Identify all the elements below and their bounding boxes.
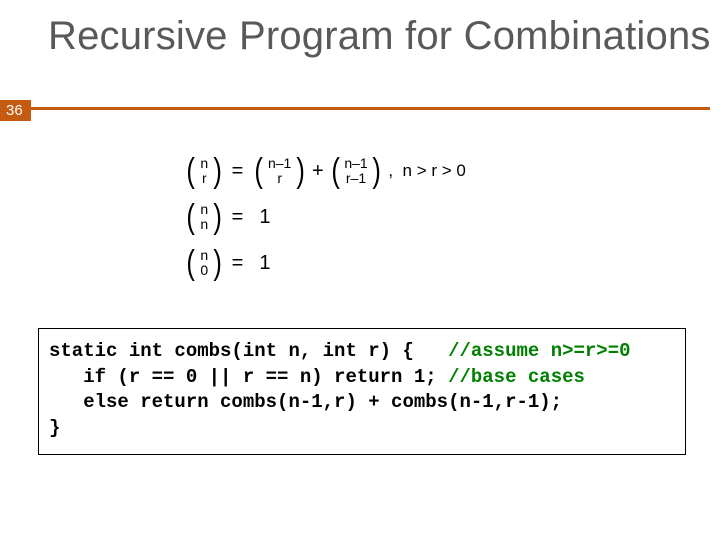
plus-sign: +	[306, 160, 330, 183]
binom-top: n–1	[268, 156, 291, 171]
binom-stack: n–1 r	[265, 156, 295, 185]
slide-title: Recursive Program for Combinations	[0, 0, 720, 59]
code-comment: //assume n>=r>=0	[448, 340, 630, 362]
binom-top: n	[200, 202, 208, 217]
code-line-4: }	[49, 417, 60, 439]
rhs-value: 1	[253, 206, 276, 229]
binom-bot: 0	[200, 263, 208, 278]
rhs-value: 1	[253, 252, 276, 275]
left-paren-icon: (	[186, 156, 194, 187]
binom-bot: r–1	[346, 171, 366, 186]
code-comment: //base cases	[448, 366, 585, 388]
code-text: static int combs(int n, int r) {	[49, 340, 448, 362]
binom-n-n: ( n n )	[185, 196, 224, 238]
binom-stack: n 0	[196, 248, 212, 277]
binom-top: n–1	[344, 156, 367, 171]
page-number-badge: 36	[0, 100, 31, 121]
equation-line-3: ( n 0 ) = 1	[185, 240, 720, 286]
slide-header: 36 Recursive Program for Combinations	[0, 0, 720, 59]
binom-n-0: ( n 0 )	[185, 242, 224, 284]
code-line-3: else return combs(n-1,r) + combs(n-1,r-1…	[49, 391, 562, 413]
left-paren-icon: (	[186, 248, 194, 279]
binom-n-r: ( n r )	[185, 150, 224, 192]
left-paren-icon: (	[186, 202, 194, 233]
binom-top: n	[200, 248, 208, 263]
binom-stack: n r	[196, 156, 212, 185]
equals-sign: =	[224, 252, 254, 275]
right-paren-icon: )	[214, 156, 222, 187]
page-number: 36	[6, 102, 23, 119]
left-paren-icon: (	[331, 156, 339, 187]
binom-bot: r	[202, 171, 207, 186]
binom-bot: n	[200, 217, 208, 232]
equals-sign: =	[224, 160, 254, 183]
equals-sign: =	[224, 206, 254, 229]
title-underline	[30, 107, 710, 110]
equation-line-2: ( n n ) = 1	[185, 194, 720, 240]
right-paren-icon: )	[296, 156, 304, 187]
right-paren-icon: )	[372, 156, 380, 187]
binom-bot: r	[277, 171, 282, 186]
binom-nm1-rm1: ( n–1 r–1 )	[330, 150, 383, 192]
right-paren-icon: )	[214, 202, 222, 233]
equation-condition: , n > r > 0	[382, 161, 466, 181]
binom-stack: n n	[196, 202, 212, 231]
binom-nm1-r: ( n–1 r )	[253, 150, 306, 192]
left-paren-icon: (	[255, 156, 263, 187]
equations-block: ( n r ) = ( n–1 r ) + ( n–1 r–1 ) , n > …	[0, 148, 720, 286]
right-paren-icon: )	[214, 248, 222, 279]
binom-top: n	[200, 156, 208, 171]
code-line-1: static int combs(int n, int r) { //assum…	[49, 340, 631, 362]
equation-line-1: ( n r ) = ( n–1 r ) + ( n–1 r–1 ) , n > …	[185, 148, 720, 194]
code-text: if (r == 0 || r == n) return 1;	[49, 366, 448, 388]
binom-stack: n–1 r–1	[341, 156, 371, 185]
code-line-2: if (r == 0 || r == n) return 1; //base c…	[49, 366, 585, 388]
code-block: static int combs(int n, int r) { //assum…	[38, 328, 686, 455]
